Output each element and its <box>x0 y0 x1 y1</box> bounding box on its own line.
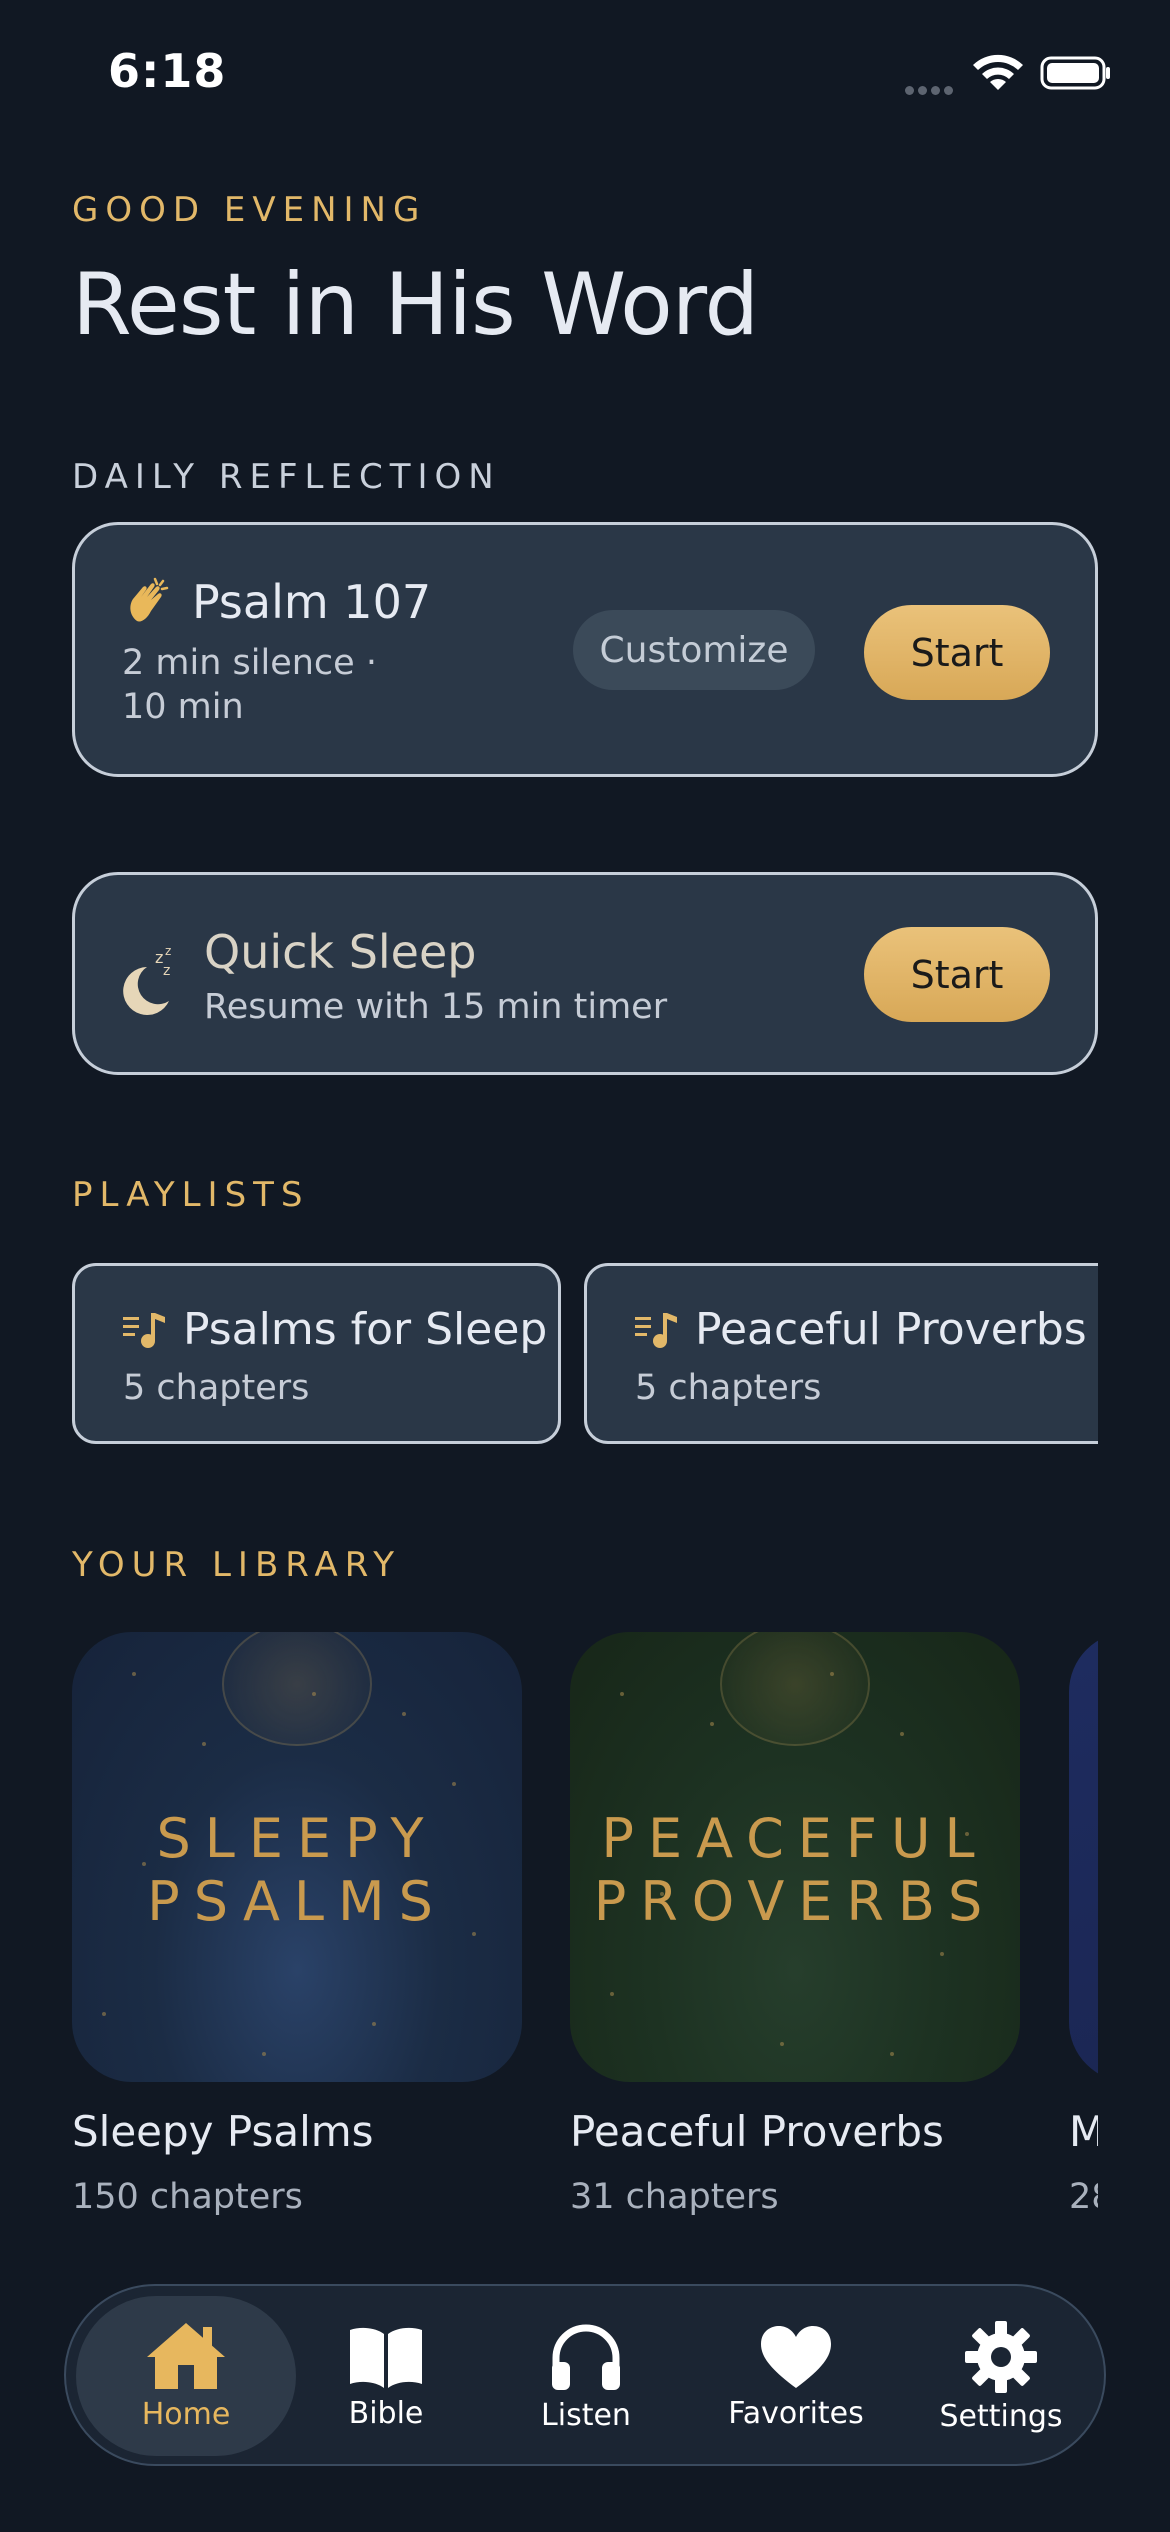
library-item[interactable]: PEACEFUL PROVERBS Peaceful Proverbs 31 c… <box>570 1632 1020 2232</box>
house-icon <box>147 2322 225 2389</box>
cover-title-line1: PEACEFUL <box>601 1807 989 1870</box>
moon-glow <box>222 1632 372 1746</box>
star-dot <box>890 2052 894 2056</box>
playlist-count: 5 chapters <box>635 1368 822 1408</box>
playlist-title: Peaceful Proverbs <box>695 1304 1087 1355</box>
music-list-icon <box>635 1313 677 1348</box>
cover-title-line2: PROVERBS <box>593 1870 997 1933</box>
library-carousel[interactable]: SLEEPY PSALMS Sleepy Psalms 150 chapters… <box>72 1632 1098 2232</box>
tab-label: Favorites <box>728 2395 864 2431</box>
clapping-hands-icon <box>130 577 169 622</box>
star-dot <box>372 2022 376 2026</box>
star-dot <box>312 1692 316 1696</box>
star-dot <box>202 1742 206 1746</box>
library-item-count: 31 chapters <box>570 2177 779 2217</box>
quick-sleep-start-button[interactable]: Start <box>864 927 1050 1022</box>
library-item-count: 28 <box>1069 2177 1098 2217</box>
svg-text:z: z <box>163 963 170 979</box>
playlist-title: Psalms for Sleep <box>183 1304 548 1355</box>
tab-label: Listen <box>541 2397 631 2433</box>
reflection-title: Psalm 107 <box>192 575 432 629</box>
tab-label: Settings <box>939 2398 1063 2434</box>
library-item-title: Peaceful Proverbs <box>570 2107 944 2156</box>
playlist-card[interactable]: Peaceful Proverbs 5 chapters <box>584 1263 1098 1444</box>
library-item[interactable]: M 28 <box>1069 1632 1098 2232</box>
heart-icon <box>761 2325 831 2388</box>
moon-glow <box>720 1632 870 1746</box>
tab-listen[interactable]: Listen <box>506 2286 666 2468</box>
tab-favorites[interactable]: Favorites <box>706 2286 886 2468</box>
playlists-carousel[interactable]: Psalms for Sleep 5 chapters Peaceful Pro… <box>72 1263 1098 1446</box>
reflection-start-button[interactable]: Start <box>864 605 1050 700</box>
playlists-label: PLAYLISTS <box>72 1175 310 1215</box>
tab-bible[interactable]: Bible <box>316 2286 456 2468</box>
battery-icon <box>1040 56 1110 90</box>
reflection-detail-line1: 2 min silence · <box>122 643 377 683</box>
page-title: Rest in His Word <box>72 255 759 355</box>
reflection-detail-line2: 10 min <box>122 687 244 727</box>
quick-sleep-card[interactable]: z z z Quick Sleep Resume with 15 min tim… <box>72 872 1098 1075</box>
star-dot <box>900 1732 904 1736</box>
star-dot <box>262 2052 266 2056</box>
tab-label: Bible <box>348 2395 424 2431</box>
library-item-title: Sleepy Psalms <box>72 2107 374 2156</box>
cover-title-line2: PSALMS <box>147 1870 447 1933</box>
sleepy-psalms-cover[interactable]: SLEEPY PSALMS <box>72 1632 522 2082</box>
star-dot <box>452 1782 456 1786</box>
status-time: 6:18 <box>108 44 227 98</box>
daily-reflection-label: DAILY REFLECTION <box>72 457 501 497</box>
star-dot <box>610 1992 614 1996</box>
gear-icon <box>965 2320 1037 2393</box>
cover-title-line1: SLEEPY <box>156 1807 438 1870</box>
library-cover[interactable] <box>1069 1632 1098 2082</box>
playlist-count: 5 chapters <box>123 1368 310 1408</box>
customize-button[interactable]: Customize <box>573 610 815 690</box>
moon-sleep-icon: z z z <box>123 945 171 1015</box>
star-dot <box>710 1722 714 1726</box>
greeting-eyebrow: GOOD EVENING <box>72 190 427 230</box>
library-item-title: M <box>1069 2107 1098 2156</box>
star-dot <box>132 1672 136 1676</box>
star-dot <box>940 1952 944 1956</box>
book-icon <box>350 2327 422 2388</box>
tab-settings[interactable]: Settings <box>911 2286 1091 2468</box>
star-dot <box>402 1712 406 1716</box>
library-item-count: 150 chapters <box>72 2177 303 2217</box>
quick-sleep-title: Quick Sleep <box>204 925 477 979</box>
wifi-icon <box>973 54 1023 90</box>
headphones-icon <box>552 2324 620 2390</box>
peaceful-proverbs-cover[interactable]: PEACEFUL PROVERBS <box>570 1632 1020 2082</box>
star-dot <box>102 2012 106 2016</box>
star-dot <box>620 1692 624 1696</box>
tab-bar: Home Bible Listen Favorites Settings <box>64 2284 1106 2466</box>
music-list-icon <box>123 1313 165 1348</box>
playlist-card[interactable]: Psalms for Sleep 5 chapters <box>72 1263 561 1444</box>
svg-text:z: z <box>165 945 171 958</box>
library-item[interactable]: SLEEPY PSALMS Sleepy Psalms 150 chapters <box>72 1632 522 2232</box>
cellular-signal-icon <box>905 80 957 99</box>
tab-label: Home <box>141 2396 231 2432</box>
star-dot <box>830 1672 834 1676</box>
library-label: YOUR LIBRARY <box>72 1545 402 1585</box>
star-dot <box>780 2042 784 2046</box>
quick-sleep-subtitle: Resume with 15 min timer <box>204 987 668 1027</box>
tab-home[interactable]: Home <box>76 2296 296 2456</box>
daily-reflection-card[interactable]: Psalm 107 2 min silence · 10 min Customi… <box>72 522 1098 777</box>
